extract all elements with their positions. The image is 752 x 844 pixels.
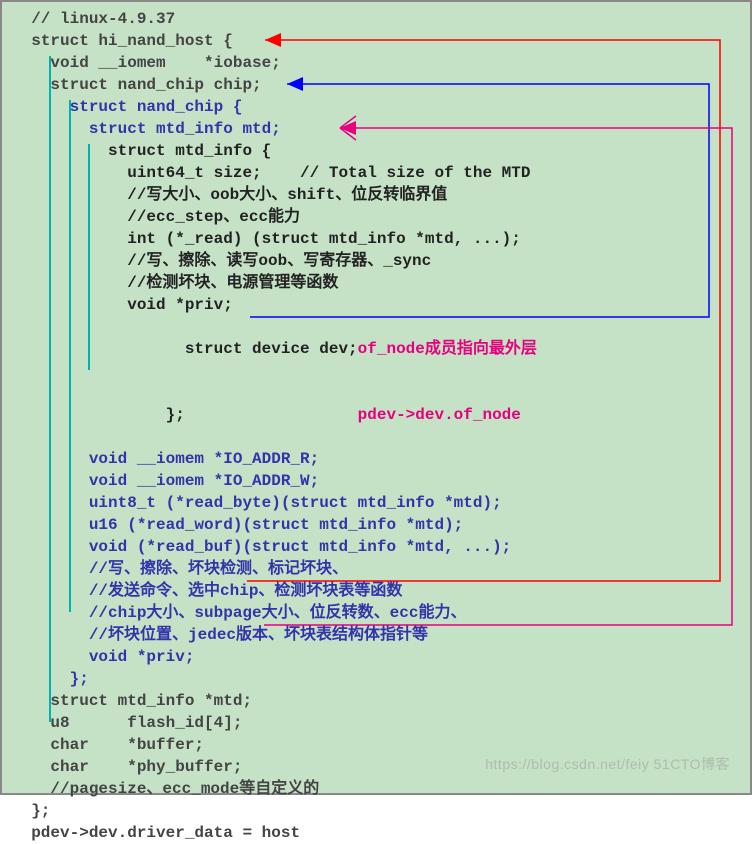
code-line: int (*_read) (struct mtd_info *mtd, ...)… (12, 228, 537, 250)
code-line: void __iomem *IO_ADDR_R; (12, 448, 537, 470)
code-block-container: // linux-4.9.37 struct hi_nand_host { vo… (0, 0, 752, 795)
code-line: //写大小、oob大小、shift、位反转临界值 (12, 184, 537, 206)
code-line: //坏块位置、jedec版本、坏块表结构体指针等 (12, 624, 537, 646)
code-line: pdev->dev.driver_data = host (12, 822, 537, 844)
code-line: struct mtd_info *mtd; (12, 690, 537, 712)
annotation: of_node成员指向最外层 (358, 340, 537, 358)
code-line: struct nand_chip chip; (12, 74, 537, 96)
code-line: uint8_t (*read_byte)(struct mtd_info *mt… (12, 492, 537, 514)
code-line: //发送命令、选中chip、检测坏块表等函数 (12, 580, 537, 602)
code-line: u8 flash_id[4]; (12, 712, 537, 734)
code-line: }; (12, 800, 537, 822)
code-line: u16 (*read_word)(struct mtd_info *mtd); (12, 514, 537, 536)
code-line: //写、擦除、坏块检测、标记坏块、 (12, 558, 537, 580)
code-line: }; pdev->dev.of_node (12, 382, 537, 448)
code-line: //ecc_step、ecc能力 (12, 206, 537, 228)
code-line: void __iomem *iobase; (12, 52, 537, 74)
code-line: //pagesize、ecc_mode等自定义的 (12, 778, 537, 800)
code-line: void (*read_buf)(struct mtd_info *mtd, .… (12, 536, 537, 558)
code-line: char *phy_buffer; (12, 756, 537, 778)
code-line: void __iomem *IO_ADDR_W; (12, 470, 537, 492)
code-line: struct mtd_info mtd; (12, 118, 537, 140)
annotation (185, 406, 358, 424)
code-line: uint64_t size; // Total size of the MTD (12, 162, 537, 184)
code-line: struct device dev;of_node成员指向最外层 (12, 316, 537, 382)
code-area: // linux-4.9.37 struct hi_nand_host { vo… (12, 8, 537, 844)
code-line: // linux-4.9.37 (12, 8, 537, 30)
code-line: char *buffer; (12, 734, 537, 756)
code-line: void *priv; (12, 294, 537, 316)
code-line: //写、擦除、读写oob、写寄存器、_sync (12, 250, 537, 272)
code-line: }; (12, 668, 537, 690)
code-line: void *priv; (12, 646, 537, 668)
code-line: //chip大小、subpage大小、位反转数、ecc能力、 (12, 602, 537, 624)
annotation: pdev->dev.of_node (358, 406, 521, 424)
code-line: struct mtd_info { (12, 140, 537, 162)
code-line: struct hi_nand_host { (12, 30, 537, 52)
watermark: https://blog.csdn.net/feiy 51CTO博客 (485, 753, 730, 775)
code-line: //检测坏块、电源管理等函数 (12, 272, 537, 294)
code-line: struct nand_chip { (12, 96, 537, 118)
